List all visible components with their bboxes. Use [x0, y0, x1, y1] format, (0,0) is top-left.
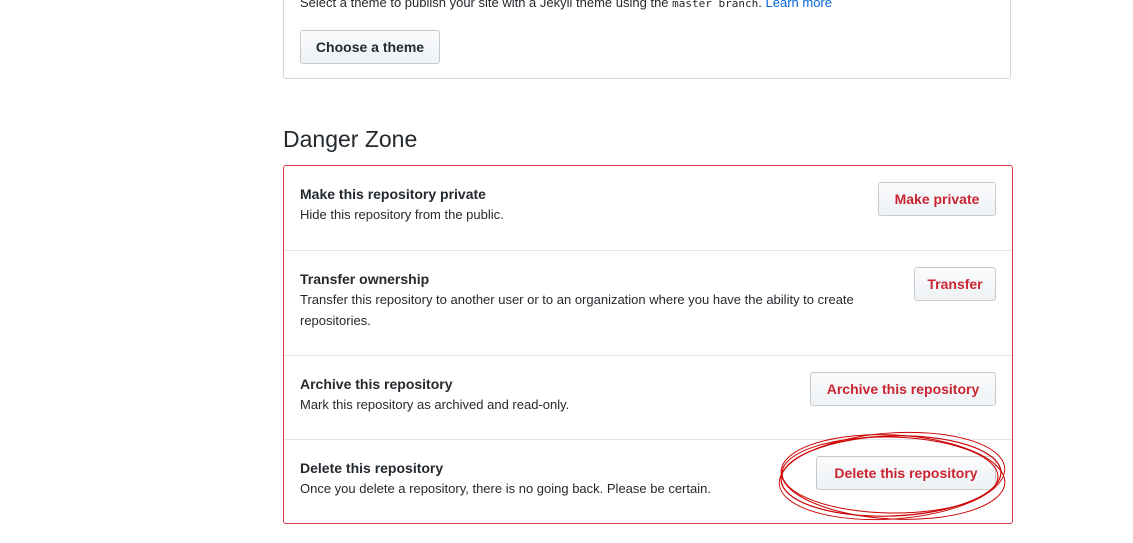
danger-zone-title: Danger Zone	[283, 126, 418, 152]
branch-name: master branch	[672, 0, 759, 10]
danger-item-archive: Archive this repository Mark this reposi…	[284, 355, 1012, 439]
danger-zone-box: Make this repository private Hide this r…	[283, 165, 1013, 524]
danger-item-title: Transfer ownership	[300, 271, 430, 287]
settings-page: Select a theme to publish your site with…	[0, 0, 1133, 543]
danger-item-transfer: Transfer ownership Transfer this reposit…	[284, 250, 1012, 355]
choose-theme-button[interactable]: Choose a theme	[300, 30, 440, 64]
learn-more-link[interactable]: Learn more	[766, 0, 832, 10]
make-private-button[interactable]: Make private	[878, 182, 996, 216]
danger-item-description: Mark this repository as archived and rea…	[300, 397, 570, 412]
delete-repository-button[interactable]: Delete this repository	[816, 456, 996, 490]
pages-description-suffix: .	[758, 0, 762, 10]
danger-item-delete: Delete this repository Once you delete a…	[284, 439, 1012, 523]
danger-item-title: Make this repository private	[300, 186, 486, 202]
danger-item-make-private: Make this repository private Hide this r…	[284, 166, 1012, 250]
danger-item-description: Once you delete a repository, there is n…	[300, 481, 711, 496]
pages-description: Select a theme to publish your site with…	[300, 0, 832, 10]
github-pages-box: Select a theme to publish your site with…	[283, 0, 1011, 79]
transfer-button[interactable]: Transfer	[914, 267, 996, 301]
danger-item-description: Hide this repository from the public.	[300, 207, 504, 222]
danger-item-title: Archive this repository	[300, 376, 453, 392]
pages-description-prefix: Select a theme to publish your site with…	[300, 0, 669, 10]
danger-item-description: Transfer this repository to another user…	[300, 292, 854, 328]
archive-repository-button[interactable]: Archive this repository	[810, 372, 996, 406]
danger-item-title: Delete this repository	[300, 460, 444, 476]
